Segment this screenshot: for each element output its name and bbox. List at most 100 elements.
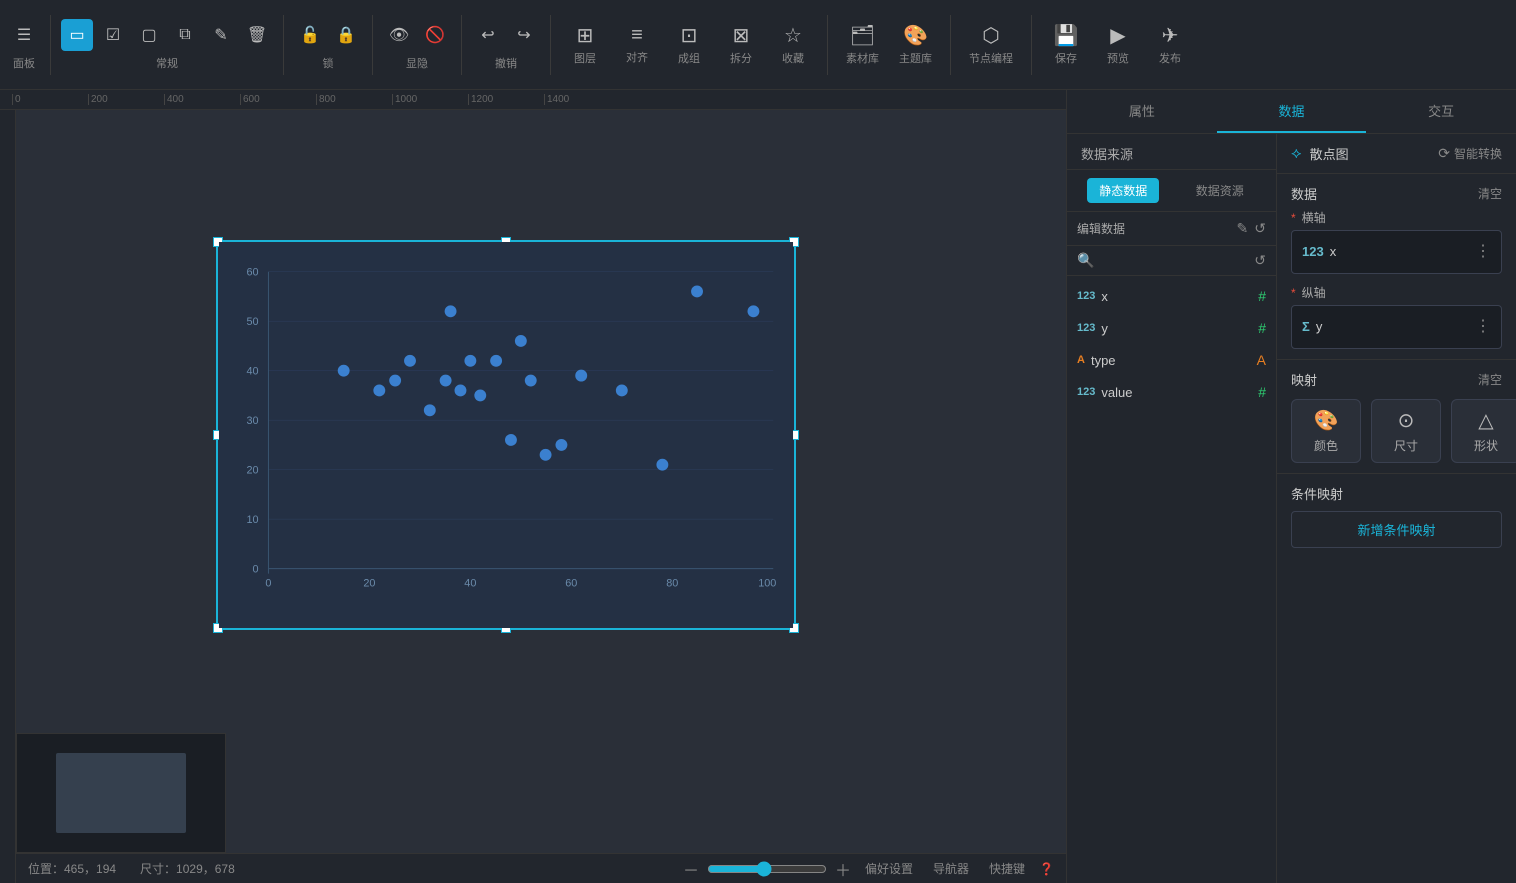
collect-btn[interactable]: ☆ 收藏 [769, 19, 817, 70]
y-axis-text: 纵轴 [1302, 284, 1326, 301]
field-x[interactable]: 123 x # [1067, 280, 1276, 312]
ds-tab-static[interactable]: 静态数据 [1087, 178, 1159, 203]
guide-btn[interactable]: 导航器 [927, 858, 975, 879]
divider-2 [283, 15, 284, 75]
chart-type-label: 散点图 [1310, 144, 1349, 163]
save-icon: 💾 [1054, 23, 1079, 48]
rect-btn[interactable]: ▭ [61, 19, 93, 51]
ds-search-refresh-icon[interactable]: ↺ [1254, 252, 1266, 269]
x-axis-field-tag: 123 x ⋮ [1302, 237, 1491, 265]
tab-interaction[interactable]: 交互 [1366, 90, 1516, 133]
canvas-viewport[interactable]: 0 10 20 30 40 50 60 0 20 40 [16, 110, 1066, 853]
y-field-type-icon: Σ [1302, 319, 1310, 334]
tab-properties[interactable]: 属性 [1067, 90, 1217, 133]
layers-btn[interactable]: ⊞ 图层 [561, 19, 609, 70]
check-btn[interactable]: ☑ [97, 19, 129, 51]
assets-btn[interactable]: 🗂 素材库 [838, 19, 887, 70]
undo-btn[interactable]: ↩ [472, 19, 504, 51]
y-field-more-btn[interactable]: ⋮ [1475, 316, 1491, 336]
tick-200: 200 [88, 94, 164, 105]
main-area: 0 200 400 600 800 1000 1200 1400 [0, 90, 1516, 883]
preference-btn[interactable]: 偏好设置 [859, 858, 919, 879]
field-y-left: 123 y [1077, 321, 1108, 336]
mapping-clear-btn[interactable]: 清空 [1478, 371, 1502, 388]
condition-section: 条件映射 新增条件映射 [1277, 473, 1516, 558]
smart-convert-btn[interactable]: ⟳ 智能转换 [1438, 145, 1502, 162]
panel-toggle-btn[interactable]: ☰ [8, 19, 40, 51]
x-axis-field-box[interactable]: 123 x ⋮ [1291, 230, 1502, 274]
panel-label: 面板 [13, 55, 35, 71]
group-btn[interactable]: ⊡ 成组 [665, 19, 713, 70]
field-y-type: 123 [1077, 322, 1095, 334]
star-icon: ☆ [784, 23, 802, 48]
ds-tab-resource[interactable]: 数据资源 [1184, 178, 1256, 203]
field-x-left: 123 x [1077, 289, 1108, 304]
field-type-type: A [1077, 354, 1085, 366]
ds-search-row: 🔍 ↺ [1067, 246, 1276, 276]
thumbnail-panel [16, 733, 226, 853]
collect-label: 收藏 [782, 50, 804, 66]
field-type-name: type [1091, 353, 1116, 368]
add-condition-btn[interactable]: 新增条件映射 [1291, 511, 1502, 548]
y-axis-field-box[interactable]: Σ y ⋮ [1291, 305, 1502, 349]
show-btn[interactable]: 👁 [383, 19, 415, 51]
divider-4 [461, 15, 462, 75]
chart-type-left: ⟡ 散点图 [1291, 144, 1349, 163]
mapping-color-btn[interactable]: 🎨 颜色 [1291, 399, 1361, 463]
x-field-more-btn[interactable]: ⋮ [1475, 241, 1491, 261]
chart-widget[interactable]: 0 10 20 30 40 50 60 0 20 40 [216, 240, 796, 630]
ds-edit-icons: ✎ ↺ [1237, 220, 1266, 237]
zoom-out-btn[interactable]: － [683, 857, 699, 881]
shape-label: 形状 [1474, 437, 1498, 454]
ds-edit-row: 编辑数据 ✎ ↺ [1067, 212, 1276, 246]
tick-400: 400 [164, 94, 240, 105]
help-icon[interactable]: ❓ [1039, 862, 1054, 876]
theme-label: 主题库 [899, 50, 932, 66]
redo-btn[interactable]: ↪ [508, 19, 540, 51]
node-prog-btn[interactable]: ⬡ 节点编程 [961, 19, 1021, 70]
svg-text:60: 60 [565, 577, 577, 589]
save-btn[interactable]: 💾 保存 [1042, 19, 1090, 70]
zoom-slider[interactable] [707, 861, 827, 877]
mapping-buttons: 🎨 颜色 ⊙ 尺寸 △ 形状 [1291, 399, 1502, 463]
preview-btn[interactable]: ▶ 预览 [1094, 19, 1142, 70]
copy-btn[interactable]: ⧉ [169, 19, 201, 51]
field-y[interactable]: 123 y # [1067, 312, 1276, 344]
zoom-in-btn[interactable]: ＋ [835, 857, 851, 881]
ds-refresh-icon[interactable]: ↺ [1254, 220, 1266, 237]
lock-btn[interactable]: 🔓 [294, 19, 326, 51]
theme-icon: 🎨 [903, 23, 928, 48]
svg-text:20: 20 [363, 577, 375, 589]
right-panel: 属性 数据 交互 数据来源 静态数据 数据资源 编辑数据 ✎ [1066, 90, 1516, 883]
unlock-btn[interactable]: 🔒 [330, 19, 362, 51]
data-section-clear[interactable]: 清空 [1478, 185, 1502, 202]
delete-btn[interactable]: 🗑 [241, 19, 273, 51]
mapping-shape-btn[interactable]: △ 形状 [1451, 399, 1516, 463]
data-section-title: 数据 [1291, 184, 1317, 203]
publish-btn[interactable]: ✈ 发布 [1146, 19, 1194, 70]
tab-data[interactable]: 数据 [1217, 90, 1367, 133]
hide-btn[interactable]: 🚫 [419, 19, 451, 51]
tick-1400: 1400 [544, 94, 620, 105]
color-label: 颜色 [1314, 437, 1338, 454]
search-icon: 🔍 [1077, 252, 1094, 269]
field-value[interactable]: 123 value # [1067, 376, 1276, 408]
chart-widget-inner: 0 10 20 30 40 50 60 0 20 40 [218, 242, 794, 628]
mapping-size-btn[interactable]: ⊙ 尺寸 [1371, 399, 1441, 463]
canvas-area[interactable]: 0 200 400 600 800 1000 1200 1400 [0, 90, 1066, 883]
ds-edit-pencil-icon[interactable]: ✎ [1237, 220, 1249, 237]
node-label: 节点编程 [969, 50, 1013, 66]
shortcut-btn[interactable]: 快捷键 [983, 858, 1031, 879]
x-field-type-icon: 123 [1302, 244, 1324, 259]
align-btn[interactable]: ≡ 对齐 [613, 20, 661, 69]
field-type[interactable]: A type A [1067, 344, 1276, 376]
rounded-btn[interactable]: ▢ [133, 19, 165, 51]
theme-btn[interactable]: 🎨 主题库 [891, 19, 940, 70]
shape-icon: △ [1478, 408, 1493, 433]
edit-btn[interactable]: ✎ [205, 19, 237, 51]
align-label: 对齐 [626, 49, 648, 65]
publish-icon: ✈ [1162, 23, 1179, 48]
svg-text:40: 40 [246, 366, 258, 378]
split-btn[interactable]: ⊠ 拆分 [717, 19, 765, 70]
toolbar-group-common: ▭ ☑ ▢ ⧉ ✎ 🗑 常规 [61, 19, 273, 71]
